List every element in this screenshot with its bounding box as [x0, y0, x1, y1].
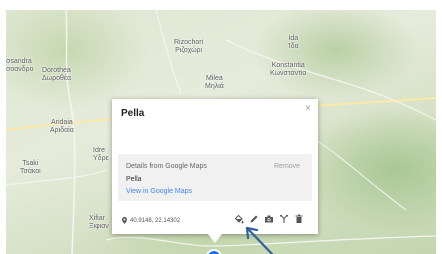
- place-label-idr: Idre Υδρε: [93, 147, 109, 162]
- map-marker-icon[interactable]: [205, 248, 223, 254]
- close-button[interactable]: ×: [302, 103, 314, 115]
- trash-icon[interactable]: [293, 213, 305, 225]
- directions-icon[interactable]: [278, 213, 290, 225]
- map-canvas[interactable]: σsandra σοανδρο Dorothea Δωροθέα Rizochori…: [6, 10, 436, 254]
- popup-title: Pella: [121, 108, 145, 119]
- annotation-arrow-icon: [245, 226, 274, 254]
- place-label-xifian: Xifiar Ξιφιαν: [89, 215, 109, 230]
- location-pin-icon: [122, 217, 127, 224]
- details-panel: Details from Google Maps Remove Pella Vi…: [118, 154, 312, 201]
- place-label-dorothea: Dorothea Δωροθέα: [42, 67, 72, 82]
- place-label-rizochori: Rizochori Ριζοχώρι: [174, 39, 204, 54]
- feature-toolbar: [233, 213, 305, 225]
- remove-link[interactable]: Remove: [274, 163, 300, 170]
- popup-tail: [208, 234, 222, 243]
- paint-bucket-icon[interactable]: [233, 213, 245, 225]
- details-heading: Details from Google Maps: [126, 163, 207, 170]
- place-label-konstantia: Konstantia Κωνσταντία: [270, 62, 307, 77]
- coordinates-row: 40.9148, 22.14302: [122, 217, 180, 224]
- pencil-icon[interactable]: [248, 213, 260, 225]
- details-place-name: Pella: [126, 176, 142, 183]
- place-popup: Pella × Details from Google Maps Remove …: [112, 99, 318, 243]
- place-label-ida: Ida Ίδα: [288, 35, 299, 50]
- place-label-tsaki: Tsaki Τσάκοι: [20, 160, 41, 175]
- place-label-sandra: σsandra σοανδρο: [6, 58, 34, 73]
- camera-icon[interactable]: [263, 213, 275, 225]
- coordinates-text: 40.9148, 22.14302: [130, 217, 181, 224]
- place-label-milea: Milea Μηλιά: [205, 75, 224, 90]
- view-in-google-maps-link[interactable]: View in Google Maps: [126, 188, 192, 195]
- place-label-aridaia: Aridaia Αριδαία: [50, 119, 74, 134]
